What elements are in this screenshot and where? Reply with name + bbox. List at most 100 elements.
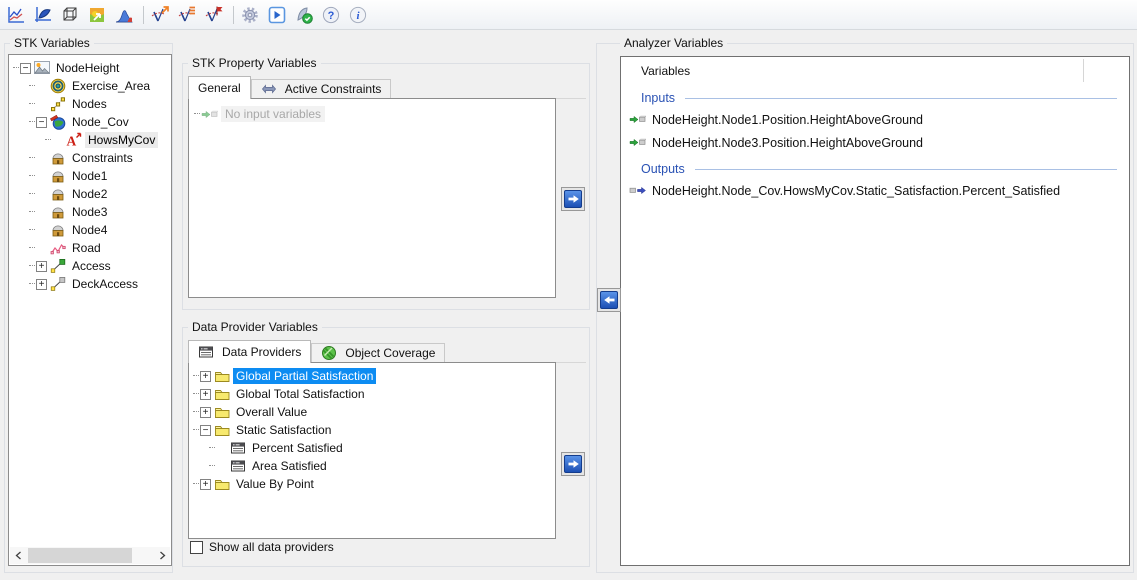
dp-tree-item-percent-satisfied[interactable]: Percent Satisfied (189, 439, 555, 457)
dp-tree-item-value-by-point[interactable]: + Value By Point (189, 475, 555, 493)
distribution-button[interactable] (113, 2, 138, 27)
help-button[interactable]: ? (320, 2, 345, 27)
box-3d-icon (60, 5, 80, 25)
facility-icon (50, 186, 66, 202)
settings-gear-icon (240, 5, 260, 25)
carpet-study-icon (177, 5, 197, 25)
stk-tree-item-node2[interactable]: Node2 (9, 185, 171, 203)
stk-tree-item-constraints[interactable]: Constraints (9, 149, 171, 167)
add-property-variable-button[interactable] (561, 187, 585, 211)
stk-tree-item-nodeheight[interactable]: −NodeHeight (9, 59, 171, 77)
stk-tree-item-access[interactable]: +Access (9, 257, 171, 275)
section-divider-line (695, 169, 1117, 170)
expand-toggle[interactable]: + (200, 371, 211, 382)
svg-text:A: A (67, 134, 77, 149)
stk-tree-item-node3[interactable]: Node3 (9, 203, 171, 221)
collapse-toggle[interactable]: − (200, 425, 211, 436)
inputs-section-header: Inputs (629, 88, 1119, 108)
tree-item-label: Global Total Satisfaction (233, 386, 368, 402)
scrollbar-thumb[interactable] (28, 548, 132, 563)
stk-tree-item-exercise-area[interactable]: Exercise_Area (9, 77, 171, 95)
arrow-right-icon (567, 458, 580, 470)
expand-toggle[interactable]: + (36, 279, 47, 290)
run-button[interactable] (266, 2, 291, 27)
analyzer-variable-item[interactable]: NodeHeight.Node3.Position.HeightAboveGro… (629, 131, 1119, 154)
report-icon (198, 344, 214, 360)
settings-gear-button[interactable] (239, 2, 264, 27)
stk-variables-tree: −NodeHeightExercise_AreaNodes−Node_CovAH… (8, 54, 172, 566)
expand-toggle[interactable]: + (200, 389, 211, 400)
collapse-toggle[interactable]: − (20, 63, 31, 74)
tree-connector (209, 465, 215, 467)
expand-toggle[interactable]: + (36, 261, 47, 272)
dp-tree-item-global-partial-satisfaction[interactable]: +Global Partial Satisfaction (189, 367, 555, 385)
tree-connector (193, 429, 199, 431)
tree-connector (45, 139, 51, 141)
tree-item-label: Value By Point (233, 476, 317, 492)
horizontal-scrollbar[interactable] (10, 547, 170, 564)
box-3d-button[interactable] (59, 2, 84, 27)
stk-tree-item-node1[interactable]: Node1 (9, 167, 171, 185)
stk-tree-item-node-cov[interactable]: −Node_Cov (9, 113, 171, 131)
stk-tree-item-nodes[interactable]: Nodes (9, 95, 171, 113)
data-provider-tab-data-providers[interactable]: Data Providers (188, 340, 311, 363)
variables-column-label: Variables (641, 64, 690, 78)
tree-item-label: Road (69, 240, 104, 256)
tree-item-label: Constraints (69, 150, 136, 166)
coverage-globe-icon (50, 114, 66, 130)
about-info-button[interactable]: i (347, 2, 372, 27)
analyzer-variable-item[interactable]: NodeHeight.Node1.Position.HeightAboveGro… (629, 108, 1119, 131)
variable-path-label: NodeHeight.Node1.Position.HeightAboveGro… (652, 113, 923, 127)
contour-plot-icon (87, 5, 107, 25)
tree-connector (29, 265, 35, 267)
analyzer-variable-item[interactable]: NodeHeight.Node_Cov.HowsMyCov.Static_Sat… (629, 179, 1119, 202)
scenario-icon (34, 60, 50, 76)
tree-connector (29, 103, 35, 105)
xy-plot-button[interactable] (5, 2, 30, 27)
swap-arrows-icon (261, 83, 277, 95)
add-data-provider-variable-button[interactable] (561, 452, 585, 476)
show-all-data-providers-checkbox[interactable] (190, 541, 203, 554)
tree-connector (13, 67, 19, 69)
facility-icon (50, 222, 66, 238)
stk-tree-item-deckaccess[interactable]: +DeckAccess (9, 275, 171, 293)
xy-plot-icon (6, 5, 26, 25)
column-divider[interactable] (1083, 59, 1084, 82)
expand-toggle[interactable]: + (200, 479, 211, 490)
facility-icon (50, 150, 66, 166)
stk-tree-item-road[interactable]: Road (9, 239, 171, 257)
tree-connector (29, 247, 35, 249)
dp-tree-item-global-total-satisfaction[interactable]: + Global Total Satisfaction (189, 385, 555, 403)
carpet-study-button[interactable] (176, 2, 201, 27)
scroll-right-button[interactable] (153, 547, 170, 564)
tree-connector (193, 393, 199, 395)
tree-connector (194, 113, 200, 115)
expand-toggle[interactable]: + (200, 407, 211, 418)
coverage-area-icon (50, 78, 66, 94)
contour-plot-button[interactable] (86, 2, 111, 27)
dp-tree-item-overall-value[interactable]: +Overall Value (189, 403, 555, 421)
toolbar-separator (233, 6, 234, 24)
validate-button[interactable] (293, 2, 318, 27)
no-input-variables-label: No input variables (221, 106, 325, 122)
parametric-study-button[interactable] (149, 2, 174, 27)
show-all-data-providers-label: Show all data providers (209, 540, 334, 554)
carpet-plot-button[interactable] (32, 2, 57, 27)
tree-connector (29, 85, 35, 87)
collapse-toggle[interactable]: − (36, 117, 47, 128)
stk-property-tab-general[interactable]: General (188, 76, 251, 99)
data-provider-tab-object-coverage[interactable]: Object Coverage (311, 343, 445, 362)
access-icon (50, 258, 66, 274)
remove-variable-button[interactable] (597, 288, 621, 312)
stk-property-tab-active-constraints[interactable]: Active Constraints (251, 79, 392, 98)
tree-connector (29, 229, 35, 231)
scroll-left-button[interactable] (10, 547, 27, 564)
dp-tree-item-static-satisfaction[interactable]: −Static Satisfaction (189, 421, 555, 439)
design-of-experiments-button[interactable] (203, 2, 228, 27)
dp-tree-item-area-satisfied[interactable]: Area Satisfied (189, 457, 555, 475)
variables-column-header[interactable]: Variables (621, 57, 1129, 83)
stk-tree-item-howsmycov[interactable]: AHowsMyCov (9, 131, 171, 149)
svg-text:?: ? (328, 10, 335, 22)
stk-tree-item-node4[interactable]: Node4 (9, 221, 171, 239)
tree-item-label: Node1 (69, 168, 110, 184)
